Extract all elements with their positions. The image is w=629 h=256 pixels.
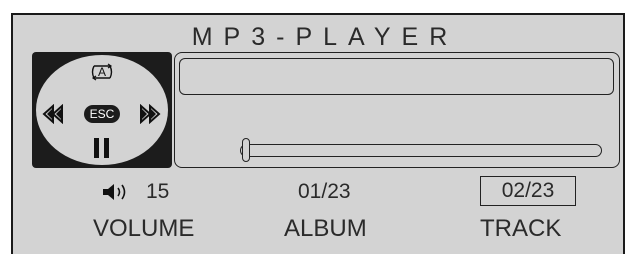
album-value: 01/23 (298, 180, 351, 203)
progress-track (240, 144, 602, 157)
rewind-button[interactable] (42, 103, 64, 129)
volume-label: VOLUME (93, 215, 195, 242)
control-pad: A ESC (32, 52, 172, 168)
progress-slider[interactable] (240, 138, 602, 162)
track-label: TRACK (480, 215, 562, 242)
album-label: ALBUM (284, 215, 367, 242)
repeat-mode-label: A (97, 65, 106, 79)
fast-forward-icon (140, 103, 161, 125)
track-info-display (179, 58, 614, 95)
fast-forward-button[interactable] (139, 103, 161, 129)
pause-button[interactable] (93, 137, 111, 164)
rewind-icon (42, 103, 63, 125)
pause-icon (94, 138, 109, 158)
repeat-mode-button[interactable]: A (88, 63, 116, 81)
volume-value: 15 (146, 180, 170, 203)
speaker-icon (101, 183, 129, 206)
player-title: MP3-PLAYER (191, 23, 459, 51)
track-value: 02/23 (480, 176, 576, 206)
progress-thumb[interactable] (242, 138, 250, 162)
esc-button[interactable]: ESC (84, 105, 120, 123)
